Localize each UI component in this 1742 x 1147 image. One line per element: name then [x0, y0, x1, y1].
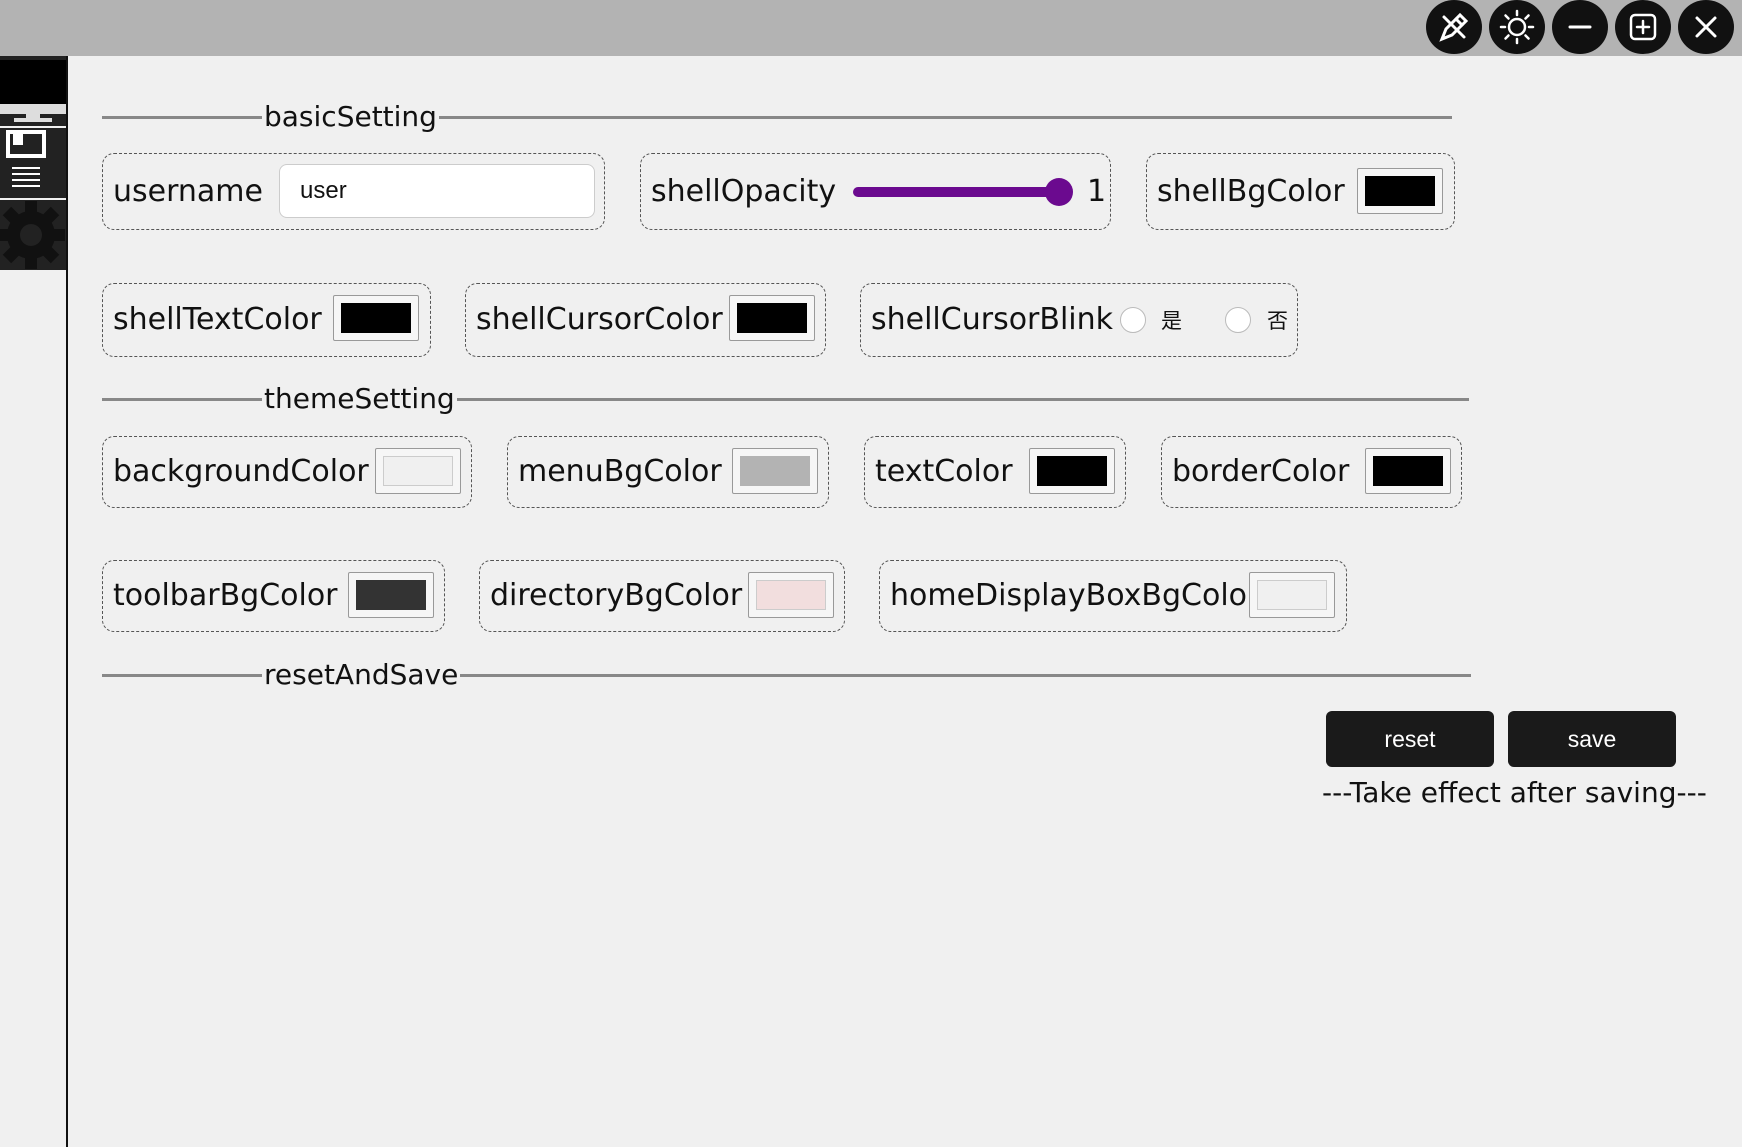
theme-sun-icon[interactable]	[1489, 0, 1545, 54]
close-icon[interactable]	[1678, 0, 1734, 54]
blink-no-label: 否	[1267, 309, 1288, 333]
save-list-icon[interactable]	[0, 128, 66, 198]
directory-bg-color-preview	[756, 580, 826, 610]
username-input[interactable]	[279, 164, 595, 218]
text-color-label: textColor	[875, 454, 1013, 489]
shell-opacity-slider[interactable]	[853, 187, 1059, 197]
shell-text-color-swatch[interactable]	[333, 295, 419, 341]
blink-yes-radio[interactable]	[1120, 307, 1146, 333]
shell-opacity-label: shellOpacity	[651, 174, 837, 209]
toolbar-bg-color-preview	[356, 580, 426, 610]
username-label: username	[113, 174, 263, 209]
shell-cursor-blink-label: shellCursorBlink	[871, 302, 1114, 337]
gear-icon[interactable]	[0, 200, 66, 270]
home-display-box-bg-color-field: homeDisplayBoxBgColor	[879, 560, 1347, 632]
shell-opacity-value: 1	[1087, 174, 1107, 209]
home-display-box-bg-color-label: homeDisplayBoxBgColor	[890, 578, 1260, 613]
home-display-box-bg-color-swatch[interactable]	[1249, 572, 1335, 618]
shell-text-color-field: shellTextColor	[102, 283, 431, 357]
border-color-swatch[interactable]	[1365, 448, 1451, 494]
background-color-field: backgroundColor	[102, 436, 472, 508]
shell-bg-color-label: shellBgColor	[1157, 174, 1345, 209]
monitor-icon[interactable]	[0, 56, 66, 126]
username-field: username	[102, 153, 605, 230]
text-color-swatch[interactable]	[1029, 448, 1115, 494]
shell-opacity-field: shellOpacity 1	[640, 153, 1111, 230]
directory-bg-color-label: directoryBgColor	[490, 578, 743, 613]
shell-text-color-label: shellTextColor	[113, 302, 322, 337]
directory-bg-color-field: directoryBgColor	[479, 560, 845, 632]
toolbar-bg-color-field: toolbarBgColor	[102, 560, 445, 632]
maximize-icon[interactable]	[1615, 0, 1671, 54]
shell-bg-color-preview	[1365, 176, 1435, 206]
blink-yes-label: 是	[1161, 309, 1182, 333]
background-color-label: backgroundColor	[113, 454, 369, 489]
border-color-field: borderColor	[1161, 436, 1462, 508]
shell-bg-color-swatch[interactable]	[1357, 168, 1443, 214]
shell-cursor-color-preview	[737, 303, 807, 333]
shell-cursor-color-label: shellCursorColor	[476, 302, 723, 337]
save-button[interactable]: save	[1508, 711, 1676, 767]
toolbar-bg-color-label: toolbarBgColor	[113, 578, 338, 613]
minimize-icon[interactable]	[1552, 0, 1608, 54]
shell-cursor-color-field: shellCursorColor	[465, 283, 826, 357]
blink-no-radio[interactable]	[1225, 307, 1251, 333]
menu-bg-color-preview	[740, 456, 810, 486]
shell-cursor-color-swatch[interactable]	[729, 295, 815, 341]
menu-bg-color-label: menuBgColor	[518, 454, 722, 489]
text-color-field: textColor	[864, 436, 1126, 508]
text-color-preview	[1037, 456, 1107, 486]
reset-section-title: resetAndSave	[262, 658, 461, 691]
basic-section-title: basicSetting	[262, 100, 439, 133]
border-color-preview	[1373, 456, 1443, 486]
shell-opacity-slider-thumb[interactable]	[1045, 178, 1073, 206]
title-bar	[0, 0, 1742, 56]
directory-bg-color-swatch[interactable]	[748, 572, 834, 618]
border-color-label: borderColor	[1172, 454, 1350, 489]
reset-button[interactable]: reset	[1326, 711, 1494, 767]
save-note: ---Take effect after saving---	[1322, 776, 1707, 809]
sidebar	[0, 56, 68, 1147]
background-color-preview	[383, 456, 453, 486]
toolbar-bg-color-swatch[interactable]	[348, 572, 434, 618]
shell-text-color-preview	[341, 303, 411, 333]
background-color-swatch[interactable]	[375, 448, 461, 494]
shell-bg-color-field: shellBgColor	[1146, 153, 1455, 230]
theme-section-title: themeSetting	[262, 382, 457, 415]
menu-bg-color-field: menuBgColor	[507, 436, 829, 508]
shell-cursor-blink-field: shellCursorBlink 是 否	[860, 283, 1298, 357]
menu-bg-color-swatch[interactable]	[732, 448, 818, 494]
home-display-box-bg-color-preview	[1257, 580, 1327, 610]
edit-tools-icon[interactable]	[1426, 0, 1482, 54]
